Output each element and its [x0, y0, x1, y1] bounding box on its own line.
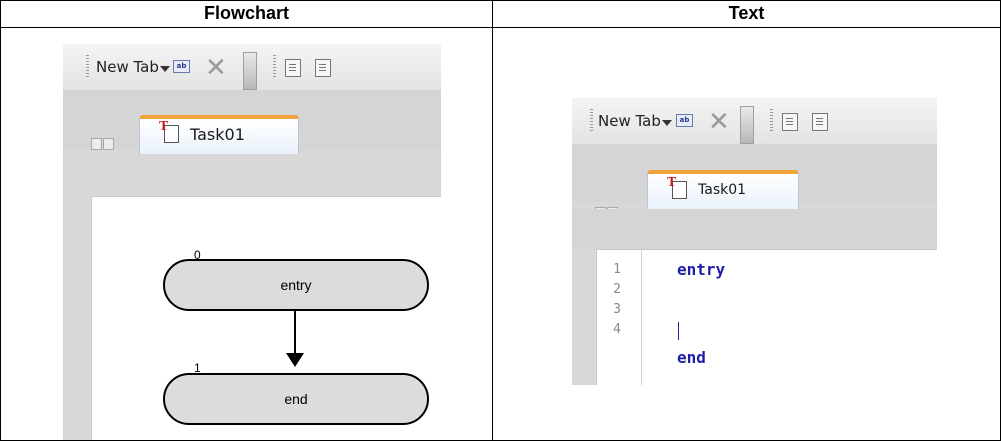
toolbar: New Tab ab ✕ [63, 44, 441, 90]
toolbar-grip-2[interactable] [770, 109, 773, 133]
tab-task01[interactable]: Task01 [139, 115, 299, 154]
flowchart-view-screenshot: New Tab ab ✕ Task01 0 entry 1 end [63, 44, 441, 440]
toolbar-grip[interactable] [590, 109, 593, 133]
line-number: 2 [613, 282, 621, 297]
overflow-combo[interactable] [740, 106, 754, 144]
arrowhead-icon [286, 353, 304, 367]
table-header-divider [0, 27, 1001, 28]
tab-strip-fill [572, 209, 937, 249]
flowchart-node-entry[interactable]: entry [163, 259, 429, 311]
flowchart-canvas[interactable]: 0 entry 1 end [91, 196, 441, 440]
toolbar: New Tab ab ✕ [572, 98, 937, 144]
copy-icon[interactable] [285, 59, 301, 77]
chevron-down-icon[interactable] [662, 120, 672, 126]
chevron-down-icon[interactable] [160, 66, 170, 72]
tab-scroll-right-button[interactable] [103, 138, 114, 150]
tab-task01[interactable]: Task01 [647, 170, 799, 209]
line-number: 4 [613, 322, 621, 337]
task-file-icon [159, 119, 179, 143]
gutter-divider [641, 250, 642, 385]
overflow-combo[interactable] [243, 52, 257, 90]
flowchart-column-header: Flowchart [203, 3, 289, 23]
toolbar-grip-2[interactable] [273, 55, 276, 79]
close-icon[interactable]: ✕ [205, 55, 227, 81]
copy-icon[interactable] [782, 113, 798, 131]
line-number: 3 [613, 302, 621, 317]
text-caret [678, 322, 679, 340]
rename-tab-icon[interactable]: ab [676, 114, 693, 127]
task-file-icon [667, 175, 687, 199]
table-border-left [0, 0, 1, 441]
close-icon[interactable]: ✕ [708, 109, 730, 135]
tab-scroll-left-button[interactable] [91, 138, 102, 150]
table-column-divider [492, 0, 493, 441]
toolbar-grip[interactable] [86, 55, 89, 79]
line-number: 1 [613, 262, 621, 277]
tab-label: Task01 [698, 182, 747, 198]
text-view-screenshot: New Tab ab ✕ Task01 1 2 3 4 entry end [572, 98, 937, 385]
code-line: end [677, 348, 706, 367]
rename-tab-icon[interactable]: ab [173, 60, 190, 73]
tab-strip: Task01 [63, 90, 441, 154]
text-column-header: Text [728, 3, 765, 23]
code-editor[interactable]: 1 2 3 4 entry end [596, 249, 937, 385]
flowchart-edge [294, 309, 296, 355]
code-line: entry [677, 260, 726, 279]
tab-label: Task01 [190, 125, 245, 144]
new-tab-button[interactable]: New Tab [96, 58, 159, 76]
new-tab-button[interactable]: New Tab [598, 112, 661, 130]
paste-icon[interactable] [812, 113, 828, 131]
flowchart-node-end[interactable]: end [163, 373, 429, 425]
paste-icon[interactable] [315, 59, 331, 77]
